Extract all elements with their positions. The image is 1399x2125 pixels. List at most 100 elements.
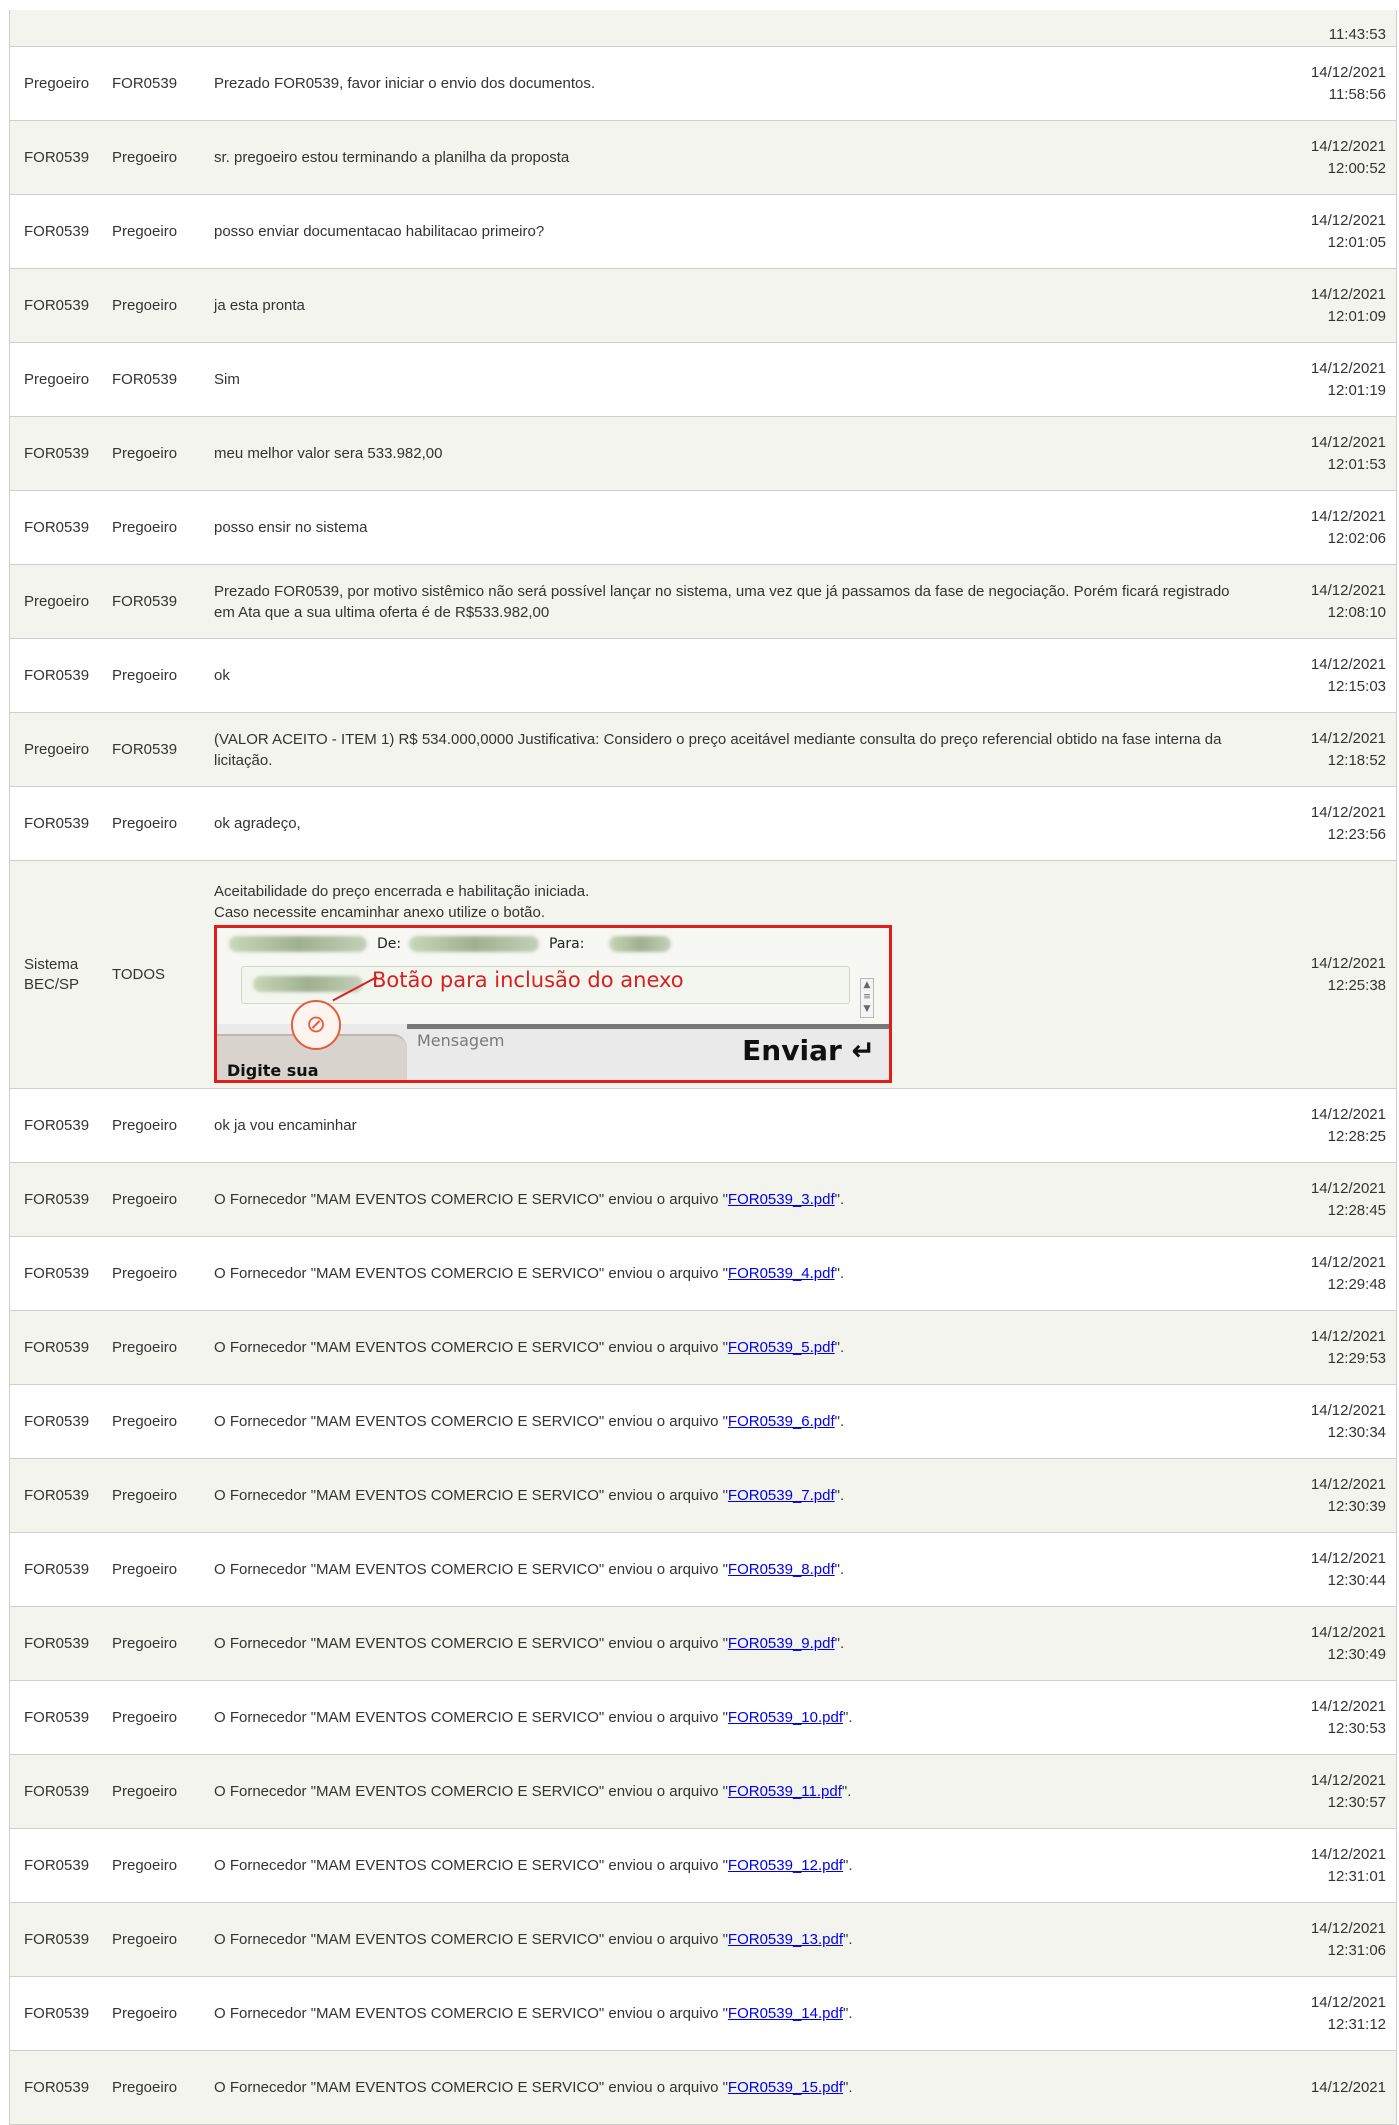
time-text: 12:01:05 [1327,233,1386,251]
file-link[interactable]: FOR0539_14.pdf [728,2005,843,2022]
sender-cell: FOR0539 [24,222,90,240]
table-row: 11:43:53 [10,10,1396,47]
message-cell: O Fornecedor "MAM EVENTOS COMERCIO E SER… [214,1485,1271,1506]
time-text: 12:29:48 [1327,1275,1386,1293]
recipient-cell: Pregoeiro [112,1413,178,1430]
message-cell: O Fornecedor "MAM EVENTOS COMERCIO E SER… [214,1337,1271,1358]
file-message-suffix: ". [834,1191,845,1208]
table-row: FOR0539 Pregoeiro posso enviar documenta… [10,195,1396,269]
date-text: 14/12/2021 [1310,1475,1386,1493]
date-text: 14/12/2021 [1310,285,1386,303]
sender-cell: FOR0539 [24,1708,90,1726]
sender-cell: FOR0539 [24,1634,90,1652]
recipient-cell: FOR0539 [112,593,178,610]
time-text: 12:01:53 [1327,455,1386,473]
message-cell: posso enviar documentacao habilitacao pr… [214,223,545,240]
date-text: 14/12/2021 [1310,1549,1386,1567]
help-para-label: Para: [549,935,585,952]
recipient-cell: Pregoeiro [112,223,178,240]
time-text: 12:30:53 [1327,1719,1386,1737]
file-message-suffix: ". [834,1339,845,1356]
file-message-prefix: O Fornecedor "MAM EVENTOS COMERCIO E SER… [214,2079,728,2096]
file-link[interactable]: FOR0539_8.pdf [728,1561,835,1578]
timestamp-cell: 14/12/2021 12:01:19 [1271,358,1396,402]
date-text: 14/12/2021 [1310,581,1386,599]
time-text: 12:31:12 [1327,2015,1386,2033]
table-row: FOR0539 Pregoeiro sr. pregoeiro estou te… [10,121,1396,195]
timestamp-cell: 14/12/2021 12:28:45 [1271,1178,1396,1222]
table-row: FOR0539 Pregoeiro O Fornecedor "MAM EVEN… [10,1533,1396,1607]
message-cell: sr. pregoeiro estou terminando a planilh… [214,149,570,166]
recipient-cell: Pregoeiro [112,1561,178,1578]
table-row: Pregoeiro FOR0539 Prezado FOR0539, por m… [10,565,1396,639]
file-message-prefix: O Fornecedor "MAM EVENTOS COMERCIO E SER… [214,2005,728,2022]
table-row: FOR0539 Pregoeiro O Fornecedor "MAM EVEN… [10,1607,1396,1681]
message-cell: (VALOR ACEITO - ITEM 1) R$ 534.000,0000 … [214,730,1222,769]
file-link[interactable]: FOR0539_3.pdf [728,1191,835,1208]
date-text: 14/12/2021 [1310,655,1386,673]
file-link[interactable]: FOR0539_15.pdf [728,2079,843,2096]
date-text: 14/12/2021 [1310,1697,1386,1715]
help-send-label: Enviar ↵ [742,1033,875,1067]
message-cell: O Fornecedor "MAM EVENTOS COMERCIO E SER… [214,1781,1271,1802]
help-divider [407,1023,889,1029]
timestamp-cell: 14/12/2021 11:58:56 [1271,62,1396,106]
date-text: 14/12/2021 [1310,359,1386,377]
date-text: 14/12/2021 [1310,1105,1386,1123]
blurred-recipient [609,935,671,952]
table-row: FOR0539 Pregoeiro O Fornecedor "MAM EVEN… [10,1237,1396,1311]
system-message-line: Aceitabilidade do preço encerrada e habi… [214,882,590,900]
file-message-prefix: O Fornecedor "MAM EVENTOS COMERCIO E SER… [214,1783,728,1800]
sender-cell: Pregoeiro [24,74,90,92]
file-link[interactable]: FOR0539_6.pdf [728,1413,835,1430]
recipient-cell: Pregoeiro [112,1709,178,1726]
date-text: 14/12/2021 [1310,729,1386,747]
message-cell: O Fornecedor "MAM EVENTOS COMERCIO E SER… [214,1855,1271,1876]
timestamp-cell: 14/12/2021 12:01:53 [1271,432,1396,476]
file-message-suffix: ". [843,2079,853,2096]
file-link[interactable]: FOR0539_7.pdf [728,1487,835,1504]
message-cell: meu melhor valor sera 533.982,00 [214,445,443,462]
recipient-cell: Pregoeiro [112,297,178,314]
file-link[interactable]: FOR0539_10.pdf [728,1709,843,1726]
recipient-cell: Pregoeiro [112,1191,178,1208]
file-link[interactable]: FOR0539_4.pdf [728,1265,835,1282]
file-message-prefix: O Fornecedor "MAM EVENTOS COMERCIO E SER… [214,1709,728,1726]
file-link[interactable]: FOR0539_9.pdf [728,1635,835,1652]
date-text: 14/12/2021 [1310,507,1386,525]
file-link[interactable]: FOR0539_11.pdf [728,1783,842,1800]
timestamp-cell: 14/12/2021 12:00:52 [1271,136,1396,180]
time-text: 12:08:10 [1327,603,1386,621]
date-text: 14/12/2021 [1310,433,1386,451]
table-row: Sistema BEC/SP TODOS Aceitabilidade do p… [10,861,1396,1089]
sender-cell: FOR0539 [24,1412,90,1430]
date-text: 14/12/2021 [1310,1623,1386,1641]
file-link[interactable]: FOR0539_13.pdf [728,1931,843,1948]
time-text: 12:00:52 [1327,159,1386,177]
table-row: FOR0539 Pregoeiro posso ensir no sistema… [10,491,1396,565]
file-link[interactable]: FOR0539_5.pdf [728,1339,835,1356]
recipient-cell: Pregoeiro [112,1857,178,1874]
sender-cell: FOR0539 [24,666,90,684]
time-text: 12:29:53 [1327,1349,1386,1367]
time-text: 12:31:06 [1327,1941,1386,1959]
time-text: 12:15:03 [1327,677,1386,695]
paperclip-icon: ⊘ [291,999,341,1050]
message-cell: O Fornecedor "MAM EVENTOS COMERCIO E SER… [214,1633,1271,1654]
timestamp-cell: 14/12/2021 12:30:53 [1271,1696,1396,1740]
recipient-cell: FOR0539 [112,741,178,758]
date-text: 14/12/2021 [1310,1179,1386,1197]
time-text: 12:30:49 [1327,1645,1386,1663]
message-cell: ja esta pronta [214,297,305,314]
table-row: FOR0539 Pregoeiro ok ja vou encaminhar 1… [10,1089,1396,1163]
file-link[interactable]: FOR0539_12.pdf [728,1857,843,1874]
time-text: 12:25:38 [1327,976,1386,994]
table-row: FOR0539 Pregoeiro ok 14/12/2021 12:15:03 [10,639,1396,713]
help-tab-label: Digite sua mensagem [227,1060,319,1080]
timestamp-cell: 14/12/2021 12:01:05 [1271,210,1396,254]
date-text: 14/12/2021 [1310,1401,1386,1419]
help-message-placeholder: Mensagem [417,1030,505,1050]
attachment-help-image: De: Para: ▲ ≡ ▼ Botão para inclusão do ane… [214,924,892,1083]
time-text: 12:01:09 [1327,307,1386,325]
recipient-cell: TODOS [112,966,166,983]
